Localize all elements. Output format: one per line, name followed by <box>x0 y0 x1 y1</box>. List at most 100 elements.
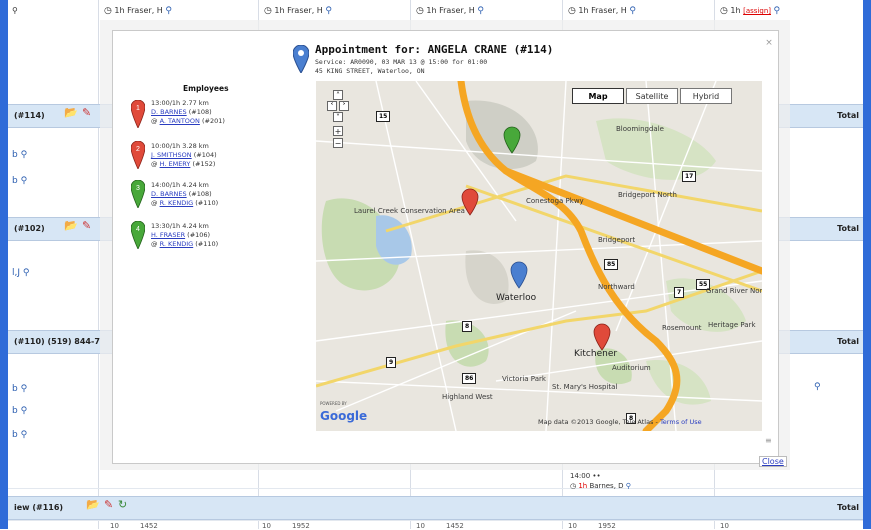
pan-up-button[interactable]: ˄ <box>333 90 343 100</box>
row-fragment[interactable]: b ⚲ <box>12 406 27 416</box>
cell-duration: 1h <box>426 6 437 15</box>
employee-link[interactable]: H. FRASER <box>151 231 185 239</box>
place-label: Rosemount <box>662 324 702 332</box>
employee-entry: D. BARNES (#108) <box>151 190 212 198</box>
map-marker-icon: 2 <box>131 141 145 169</box>
employee-distance: 13:30/1h 4.24 km <box>151 222 209 230</box>
search-icon[interactable]: ⚲ <box>477 6 484 16</box>
folder-icon[interactable]: 📂 <box>64 106 78 119</box>
row-fragment[interactable]: b ⚲ <box>12 430 27 440</box>
search-icon[interactable]: ⚲ <box>629 6 636 16</box>
search-icon[interactable]: ⚲ <box>814 382 821 392</box>
employee-link[interactable]: D. BARNES <box>151 108 187 116</box>
map-type-satellite-button[interactable]: Satellite <box>626 88 678 104</box>
svg-text:4: 4 <box>136 226 140 233</box>
map-marker-icon: 4 <box>131 221 145 249</box>
window-frame-right <box>863 0 871 529</box>
employee-distance: 10:00/1h 3.28 km <box>151 142 209 150</box>
scroll-handle[interactable]: ≡ <box>765 436 774 448</box>
pan-left-button[interactable]: ˂ <box>327 101 337 111</box>
road-label: Conestoga Pkwy <box>526 197 584 205</box>
route-sign: 15 <box>376 111 391 122</box>
edit-icon[interactable]: ✎ <box>82 106 91 119</box>
search-icon[interactable]: ⚲ <box>626 482 631 490</box>
cell-duration: 1h <box>578 6 589 15</box>
row-fragment[interactable]: b ⚲ <box>12 384 27 394</box>
customer-id-label: (#110) (519) 844-7 <box>14 337 100 346</box>
cell-tech: Barnes, D <box>589 482 624 490</box>
row-divider <box>8 488 863 489</box>
row-fragment[interactable]: l,J ⚲ <box>12 268 29 278</box>
edit-icon[interactable]: ✎ <box>104 498 113 511</box>
search-icon[interactable]: ⚲ <box>774 6 781 16</box>
place-label: Highland West <box>442 393 493 401</box>
row-fragment[interactable]: b ⚲ <box>12 150 27 160</box>
cell-tech: Fraser, H <box>287 6 323 15</box>
route-sign: 8 <box>462 321 473 332</box>
map-type-hybrid-button[interactable]: Hybrid <box>680 88 732 104</box>
employee-entry: @ A. TANTOON (#201) <box>151 117 225 125</box>
customer-id-label: iew (#116) <box>14 503 64 512</box>
place-label: Bridgeport North <box>618 191 677 199</box>
employee-entry: @ R. KENDIG (#110) <box>151 240 219 248</box>
cell-tech: Fraser, H <box>439 6 475 15</box>
total-label: Total <box>837 111 859 120</box>
map-marker-icon: 3 <box>131 180 145 208</box>
powered-by-text: POWERED BY <box>320 401 347 406</box>
route-sign: 86 <box>462 373 477 384</box>
schedule-cell[interactable]: ◷ 1h Fraser, H ⚲ <box>568 6 636 16</box>
search-icon[interactable]: ⚲ <box>325 6 332 16</box>
employee-entry: @ R. KENDIG (#110) <box>151 199 219 207</box>
map-type-map-button[interactable]: Map <box>572 88 624 104</box>
zoom-in-button[interactable]: + <box>333 126 343 136</box>
pan-right-button[interactable]: ˃ <box>339 101 349 111</box>
folder-icon[interactable]: 📂 <box>64 219 78 232</box>
folder-icon[interactable]: 📂 <box>86 498 100 511</box>
pan-down-button[interactable]: ˅ <box>333 112 343 122</box>
schedule-cell[interactable]: ◷ 1h [assign] ⚲ <box>720 6 780 16</box>
refresh-icon[interactable]: ↻ <box>118 498 127 511</box>
employee-link[interactable]: A. TANTOON <box>160 117 200 125</box>
google-logo[interactable]: Google <box>320 409 367 423</box>
schedule-cell[interactable]: ◷ 1h Barnes, D ⚲ <box>570 482 631 490</box>
close-icon[interactable]: × <box>764 38 774 48</box>
place-label: Laurel Creek Conservation Area <box>354 207 465 215</box>
row-divider <box>8 520 863 521</box>
cell-duration: 1h <box>730 6 741 15</box>
schedule-cell[interactable]: ◷ 1h Fraser, H ⚲ <box>104 6 172 16</box>
map-view[interactable]: Map Satellite Hybrid ˄ ˂ ˃ ˅ + − 15 17 8… <box>316 81 762 431</box>
row-fragment[interactable]: b ⚲ <box>12 176 27 186</box>
zoom-out-button[interactable]: − <box>333 138 343 148</box>
assign-link[interactable]: [assign] <box>743 7 771 15</box>
service-line: Service: AR0090, 03 MAR 13 @ 15:00 for 0… <box>315 58 488 66</box>
terms-link[interactable]: Terms of Use <box>660 418 702 426</box>
clock-icon: ◷ <box>104 6 112 16</box>
place-label: Grand River North <box>706 287 762 295</box>
search-icon[interactable]: ⚲ <box>165 6 172 16</box>
place-label: Waterloo <box>496 293 537 303</box>
employee-link[interactable]: J. SMITHSON <box>151 151 192 159</box>
cell-tech: Fraser, H <box>591 6 627 15</box>
route-sign: 85 <box>604 259 619 270</box>
search-icon[interactable]: ⚲ <box>12 6 18 15</box>
cell-duration: 1h <box>274 6 285 15</box>
cell-duration: 1h <box>578 482 588 490</box>
edit-icon[interactable]: ✎ <box>82 219 91 232</box>
place-label: Northward <box>598 283 635 291</box>
close-button[interactable]: Close <box>759 456 787 467</box>
route-sign: 17 <box>682 171 697 182</box>
total-label: Total <box>837 337 859 346</box>
clock-icon: ◷ <box>568 6 576 16</box>
employee-link[interactable]: H. EMERY <box>160 160 191 168</box>
customer-id-label: (#114) <box>14 111 45 120</box>
map-marker-icon: 1 <box>131 100 145 128</box>
schedule-cell[interactable]: ◷ 1h Fraser, H ⚲ <box>416 6 484 16</box>
employee-link[interactable]: R. KENDIG <box>160 240 194 248</box>
employee-link[interactable]: R. KENDIG <box>160 199 194 207</box>
address-line: 45 KING STREET, Waterloo, ON <box>315 67 425 75</box>
clock-icon: ◷ <box>264 6 272 16</box>
schedule-cell[interactable]: ◷ 1h Fraser, H ⚲ <box>264 6 332 16</box>
employee-link[interactable]: D. BARNES <box>151 190 187 198</box>
place-label: Bloomingdale <box>616 125 664 133</box>
place-label: Victoria Park <box>502 375 546 383</box>
